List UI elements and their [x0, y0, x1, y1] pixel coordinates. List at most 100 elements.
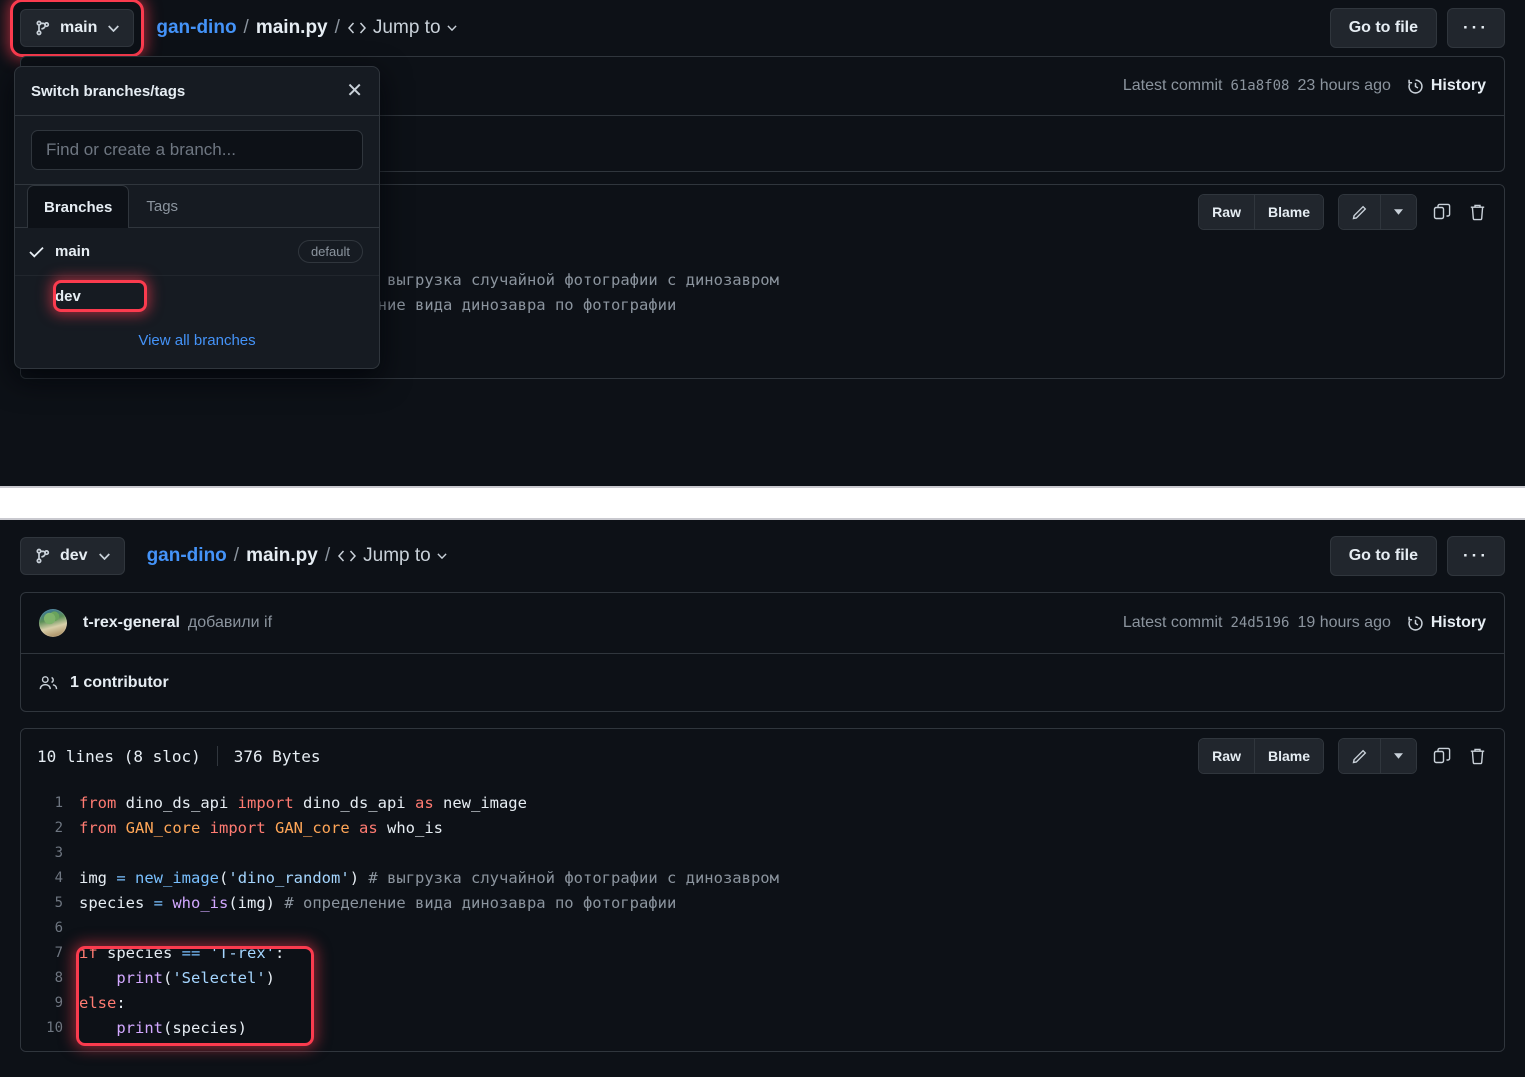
- line-content: else:: [79, 994, 126, 1012]
- code-line[interactable]: 3: [21, 841, 1504, 866]
- line-number: 6: [54, 920, 63, 936]
- code-line[interactable]: 4 img = new_image('dino_random') # выгруз…: [21, 866, 1504, 891]
- file-header-main: main gan-dino / main.py / Jump to Go to …: [0, 0, 1525, 57]
- more-options-button-dev[interactable]: ···: [1447, 536, 1505, 576]
- breadcrumb-separator: /: [233, 545, 240, 566]
- edit-group-dev: [1338, 738, 1417, 774]
- code-line[interactable]: 8 print('Selectel'): [21, 966, 1504, 991]
- code-line[interactable]: 1 from dino_ds_api import dino_ds_api as …: [21, 791, 1504, 816]
- code-line[interactable]: 7 if species == 'T-rex':: [21, 941, 1504, 966]
- branch-item-main[interactable]: main default: [15, 228, 379, 276]
- branch-search-input[interactable]: [31, 130, 363, 170]
- jump-to-button-dev[interactable]: Jump to: [337, 545, 447, 567]
- line-content: print(species): [116, 1019, 247, 1037]
- file-size: 376 Bytes: [233, 746, 321, 766]
- history-clock-icon: [1407, 615, 1424, 632]
- branch-item-dev[interactable]: dev: [15, 276, 379, 318]
- header-actions-main: Go to file ···: [1329, 8, 1505, 48]
- breadcrumb-file-main[interactable]: main.py: [256, 17, 328, 39]
- history-clock-icon: [1407, 78, 1424, 95]
- dropdown-header: Switch branches/tags ✕: [15, 67, 379, 116]
- code-brackets-icon: [347, 21, 367, 35]
- code-lines-dev[interactable]: 1 from dino_ds_api import dino_ds_api as …: [21, 783, 1504, 1051]
- code-card-dev: 10 lines (8 sloc) 376 Bytes Raw Blame 1 …: [20, 728, 1505, 1052]
- panel-main-branch: main gan-dino / main.py / Jump to Go to …: [0, 0, 1525, 488]
- commit-time-dev: 19 hours ago: [1297, 614, 1391, 631]
- commit-message-dev[interactable]: добавили if: [188, 614, 272, 632]
- caret-down-icon: [1394, 753, 1403, 759]
- commit-sha-main[interactable]: 61a8f08: [1230, 78, 1289, 94]
- raw-blame-group-dev: Raw Blame: [1198, 738, 1324, 774]
- line-content: species = who_is(img) # определение вида…: [79, 894, 677, 912]
- chevron-down-icon: [446, 25, 457, 31]
- edit-pencil-button-dev[interactable]: [1339, 739, 1380, 773]
- history-button-dev[interactable]: History: [1407, 614, 1486, 632]
- breadcrumb-separator: /: [243, 17, 249, 38]
- file-header-dev: dev gan-dino / main.py / Jump to Go to f…: [0, 520, 1525, 592]
- code-brackets-icon: [337, 549, 357, 563]
- line-number: 3: [54, 845, 63, 861]
- breadcrumb-separator: /: [334, 17, 340, 38]
- line-number: 5: [54, 895, 63, 911]
- commit-bar-dev: t-rex-general добавили if Latest commit …: [20, 592, 1505, 654]
- branch-item-label-dev: dev: [55, 288, 81, 305]
- trash-icon: [1469, 203, 1486, 221]
- close-icon[interactable]: ✕: [346, 81, 363, 101]
- edit-group-main: [1338, 194, 1417, 230]
- branch-switcher-dropdown: Switch branches/tags ✕ Branches Tags mai…: [14, 66, 380, 369]
- people-icon: [39, 675, 58, 691]
- blame-button-dev[interactable]: Blame: [1253, 739, 1323, 773]
- tab-tags[interactable]: Tags: [129, 185, 195, 227]
- go-to-file-button-main[interactable]: Go to file: [1329, 8, 1438, 48]
- tab-branches[interactable]: Branches: [27, 185, 130, 228]
- copy-button-dev[interactable]: [1431, 745, 1453, 767]
- branch-selector-button-dev[interactable]: dev: [20, 537, 125, 575]
- blame-button-main[interactable]: Blame: [1253, 195, 1323, 229]
- commit-sha-dev[interactable]: 24d5196: [1230, 615, 1289, 631]
- view-all-branches-link[interactable]: View all branches: [138, 332, 255, 349]
- edit-dropdown-button-main[interactable]: [1380, 195, 1416, 229]
- delete-button-main[interactable]: [1467, 201, 1488, 223]
- line-number: 9: [54, 995, 63, 1011]
- latest-commit-label-dev: Latest commit: [1122, 614, 1223, 631]
- branch-selector-button-main[interactable]: main: [20, 9, 135, 47]
- commit-meta-main: Latest commit 61a8f08 23 hours ago Histo…: [1123, 77, 1486, 95]
- jump-to-label-dev: Jump to: [363, 545, 431, 566]
- dropdown-footer: View all branches: [15, 318, 379, 368]
- raw-button-main[interactable]: Raw: [1199, 195, 1254, 229]
- line-content: if species == 'T-rex':: [79, 944, 285, 962]
- code-toolbar-dev: 10 lines (8 sloc) 376 Bytes Raw Blame: [21, 729, 1504, 783]
- branch-name-dev: dev: [60, 547, 88, 564]
- branch-item-label-main: main: [55, 243, 91, 260]
- history-button-main[interactable]: History: [1407, 77, 1486, 95]
- go-to-file-button-dev[interactable]: Go to file: [1329, 536, 1438, 576]
- history-label-dev: History: [1430, 614, 1486, 631]
- commit-author-dev[interactable]: t-rex-general: [83, 614, 180, 632]
- avatar: [39, 609, 67, 637]
- branch-selector-wrapper-main: main: [9, 0, 145, 57]
- code-line[interactable]: 6: [21, 916, 1504, 941]
- chevron-down-icon: [108, 24, 120, 32]
- edit-dropdown-button-dev[interactable]: [1380, 739, 1416, 773]
- edit-pencil-button-main[interactable]: [1339, 195, 1380, 229]
- breadcrumb-repo-dev[interactable]: gan-dino: [147, 545, 227, 567]
- jump-to-button-main[interactable]: Jump to: [347, 17, 457, 39]
- chevron-down-icon: [98, 552, 110, 560]
- history-label-main: History: [1430, 77, 1486, 94]
- more-options-button-main[interactable]: ···: [1447, 8, 1505, 48]
- delete-button-dev[interactable]: [1467, 745, 1488, 767]
- pencil-icon: [1352, 749, 1367, 764]
- breadcrumb-repo-main[interactable]: gan-dino: [156, 17, 236, 39]
- breadcrumb-file-dev[interactable]: main.py: [246, 545, 318, 567]
- code-toolbar-actions-dev: Raw Blame: [1198, 738, 1488, 774]
- code-line[interactable]: 2 from GAN_core import GAN_core as who_is: [21, 816, 1504, 841]
- copy-button-main[interactable]: [1431, 201, 1453, 223]
- raw-button-dev[interactable]: Raw: [1199, 739, 1254, 773]
- line-content: from GAN_core import GAN_core as who_is: [79, 819, 444, 837]
- code-line[interactable]: 9 else:: [21, 991, 1504, 1016]
- code-line[interactable]: 10 print(species): [21, 1016, 1504, 1041]
- contributor-count-dev: 1 contributor: [70, 673, 169, 691]
- panel-dev-branch: dev gan-dino / main.py / Jump to Go to f…: [0, 520, 1525, 1077]
- code-line[interactable]: 5 species = who_is(img) # определение вид…: [21, 891, 1504, 916]
- commit-meta-dev: Latest commit 24d5196 19 hours ago Histo…: [1123, 614, 1486, 632]
